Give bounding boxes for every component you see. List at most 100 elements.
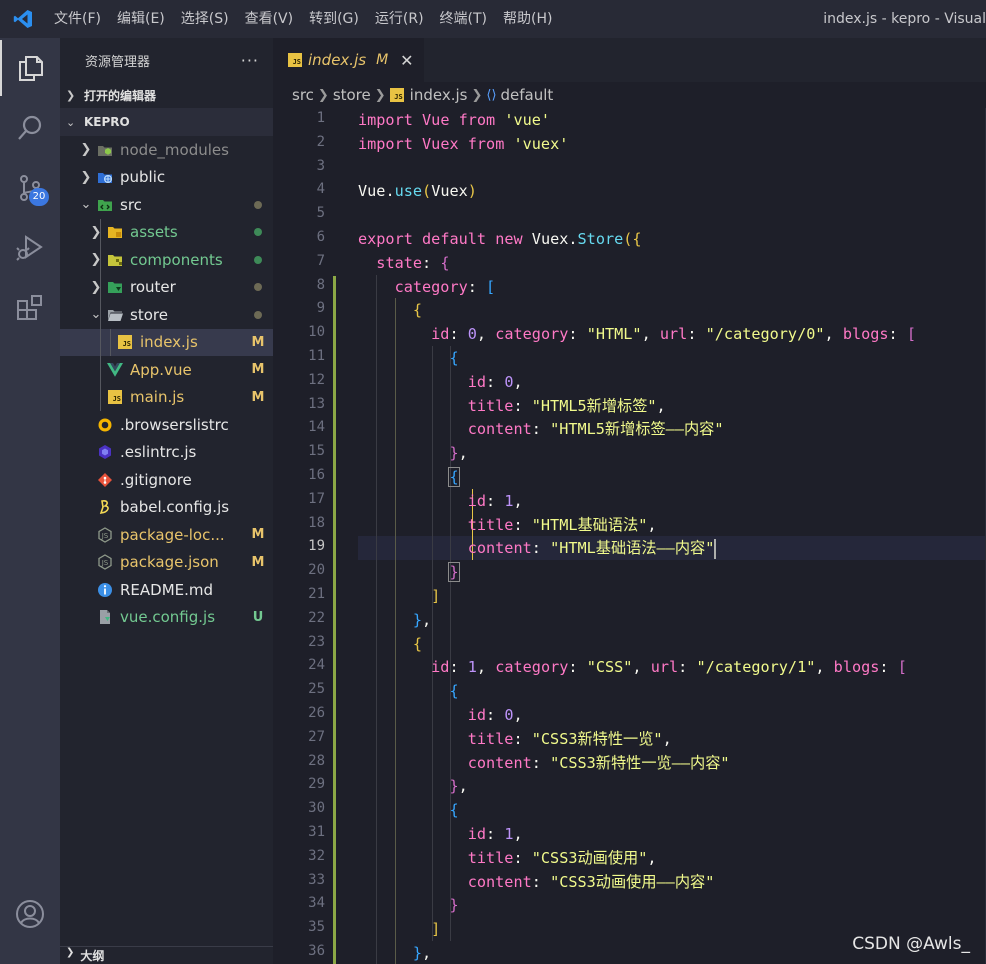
project-section[interactable]: ⌄ KEPRO — [60, 109, 273, 135]
code-line[interactable]: content: "CSS3动画使用——内容" — [358, 870, 715, 894]
info-icon — [96, 581, 114, 599]
code-line[interactable]: state: { — [358, 251, 449, 275]
js-file-icon: JS — [116, 333, 134, 351]
tree-item[interactable]: ❯ assets — [60, 219, 273, 246]
tree-item[interactable]: .gitignore — [60, 466, 273, 493]
code-line[interactable]: { — [358, 298, 422, 322]
code-line[interactable]: title: "CSS3动画使用", — [358, 846, 657, 870]
code-line[interactable]: { — [358, 679, 458, 703]
breadcrumb-store[interactable]: store — [333, 86, 371, 104]
tree-item[interactable]: babel.config.js — [60, 494, 273, 521]
menu-file[interactable]: 文件(F) — [46, 0, 109, 38]
line-number-gutter: 1 2 3 4 5 6 7 8 9 10 11 12 13 14 15 16 17 18 19 20 21 22 23 24 2… — [273, 108, 325, 964]
line-number: 24 — [308, 657, 325, 674]
code-line[interactable]: title: "HTML基础语法", — [358, 513, 657, 537]
code-line[interactable]: { — [358, 798, 458, 822]
tree-item[interactable]: .eslintrc.js — [60, 439, 273, 466]
chevron-right-icon: ❯ — [66, 947, 75, 958]
code-line[interactable]: }, — [358, 441, 467, 465]
code-line[interactable]: { — [358, 346, 458, 370]
code-line[interactable]: id: 0, category: "HTML", url: "/category… — [358, 322, 916, 346]
code-line[interactable]: ] — [358, 584, 440, 608]
line-number: 26 — [308, 705, 325, 721]
code-line[interactable]: }, — [358, 774, 467, 798]
breadcrumb-src[interactable]: src — [292, 86, 314, 104]
code-line[interactable]: } — [358, 893, 458, 917]
extensions-icon[interactable] — [0, 280, 60, 336]
tree-item[interactable]: ❯ router — [60, 274, 273, 301]
code-line[interactable]: title: "HTML5新增标签", — [358, 394, 666, 418]
code-line[interactable]: { — [358, 465, 460, 489]
source-control-icon[interactable]: 20 — [0, 160, 60, 216]
code-line[interactable]: title: "CSS3新特性一览", — [358, 727, 672, 751]
code-line[interactable]: ] — [358, 917, 440, 941]
tree-item[interactable]: ❯ public — [60, 164, 273, 191]
open-editors-section[interactable]: ❯ 打开的编辑器 — [60, 82, 273, 108]
svg-text:JS: JS — [101, 559, 109, 567]
tree-item-label: .browserslistrc — [120, 415, 229, 434]
line-number: 23 — [308, 633, 325, 650]
line-number: 18 — [308, 514, 325, 531]
code-line[interactable]: } — [358, 560, 460, 584]
tree-item[interactable]: App.vue M — [60, 356, 273, 383]
menu-edit[interactable]: 编辑(E) — [109, 0, 173, 38]
tree-item[interactable]: ❯ components — [60, 246, 273, 273]
tree-item[interactable]: ⌄ store — [60, 301, 273, 328]
close-tab-button[interactable]: ✕ — [400, 51, 413, 70]
chevron-right-icon: ❯ — [66, 88, 76, 102]
code-line[interactable]: id: 1, — [358, 822, 523, 846]
tab-index-js[interactable]: JS index.js M ✕ — [273, 38, 424, 82]
menu-view[interactable]: 查看(V) — [237, 0, 302, 38]
tree-item[interactable]: JS index.js M — [60, 328, 273, 356]
tree-item[interactable]: ⌄ src — [60, 191, 273, 218]
tree-item[interactable]: JS package-loc... M — [60, 521, 273, 548]
tree-item[interactable]: .browserslistrc — [60, 411, 273, 438]
more-actions-button[interactable]: ··· — [241, 51, 259, 70]
account-icon[interactable] — [0, 886, 60, 942]
menu-help[interactable]: 帮助(H) — [495, 0, 560, 38]
menu-selection[interactable]: 选择(S) — [173, 0, 237, 38]
breadcrumb-symbol[interactable]: default — [501, 86, 554, 104]
code-line[interactable]: content: "HTML5新增标签——内容" — [358, 417, 724, 441]
code-line[interactable]: id: 1, category: "CSS", url: "/category/… — [358, 655, 907, 679]
code-line[interactable]: category: [ — [358, 275, 496, 299]
tree-item[interactable]: JS package.json M — [60, 549, 273, 576]
explorer-icon[interactable] — [0, 40, 60, 96]
npm-file-icon: JS — [96, 553, 114, 571]
menu-go[interactable]: 转到(G) — [301, 0, 367, 38]
code-line[interactable]: }, — [358, 941, 431, 964]
tree-item[interactable]: JS main.js M — [60, 384, 273, 411]
scm-badge: 20 — [29, 188, 49, 206]
code-line[interactable]: content: "HTML基础语法——内容" — [358, 536, 717, 560]
status-dot — [254, 200, 262, 209]
vscode-logo-icon — [0, 0, 46, 38]
run-debug-icon[interactable] — [0, 220, 60, 276]
code-line[interactable]: }, — [358, 608, 431, 632]
src-folder-icon — [96, 196, 114, 214]
outline-section[interactable]: ❯ 大纲 — [60, 946, 273, 964]
line-number: 6 — [316, 229, 325, 245]
line-number: 3 — [316, 157, 325, 174]
tree-item[interactable]: README.md — [60, 576, 273, 603]
code-line[interactable]: Vue.use(Vuex) — [358, 179, 477, 203]
code-editor[interactable]: 1 2 3 4 5 6 7 8 9 10 11 12 13 14 15 16 17 18 19 20 21 22 23 24 2… — [273, 108, 986, 964]
menu-terminal[interactable]: 终端(T) — [432, 0, 495, 38]
tree-item[interactable]: ❯ node_modules — [60, 136, 273, 163]
code-line[interactable]: id: 1, — [358, 489, 523, 513]
menu-run[interactable]: 运行(R) — [367, 0, 432, 38]
code-line[interactable]: id: 0, — [358, 703, 523, 727]
code-line[interactable]: id: 0, — [358, 370, 523, 394]
search-icon[interactable] — [0, 100, 60, 156]
code-area[interactable]: import Vue from 'vue' import Vuex from 'v… — [358, 108, 986, 964]
code-line[interactable]: import Vuex from 'vuex' — [358, 132, 568, 156]
tree-item-label: components — [130, 250, 223, 269]
title-bar: 文件(F) 编辑(E) 选择(S) 查看(V) 转到(G) 运行(R) 终端(T… — [0, 0, 986, 38]
code-line[interactable]: import Vue from 'vue' — [358, 108, 550, 132]
code-line[interactable]: content: "CSS3新特性一览——内容" — [358, 751, 730, 775]
code-line[interactable]: export default new Vuex.Store({ — [358, 227, 642, 251]
tree-item-label: vue.config.js — [120, 608, 216, 626]
code-line[interactable]: { — [358, 632, 422, 656]
tree-item-label: App.vue — [130, 360, 192, 379]
tree-item[interactable]: vue.config.js U — [60, 604, 273, 631]
breadcrumb-file[interactable]: index.js — [410, 86, 468, 104]
